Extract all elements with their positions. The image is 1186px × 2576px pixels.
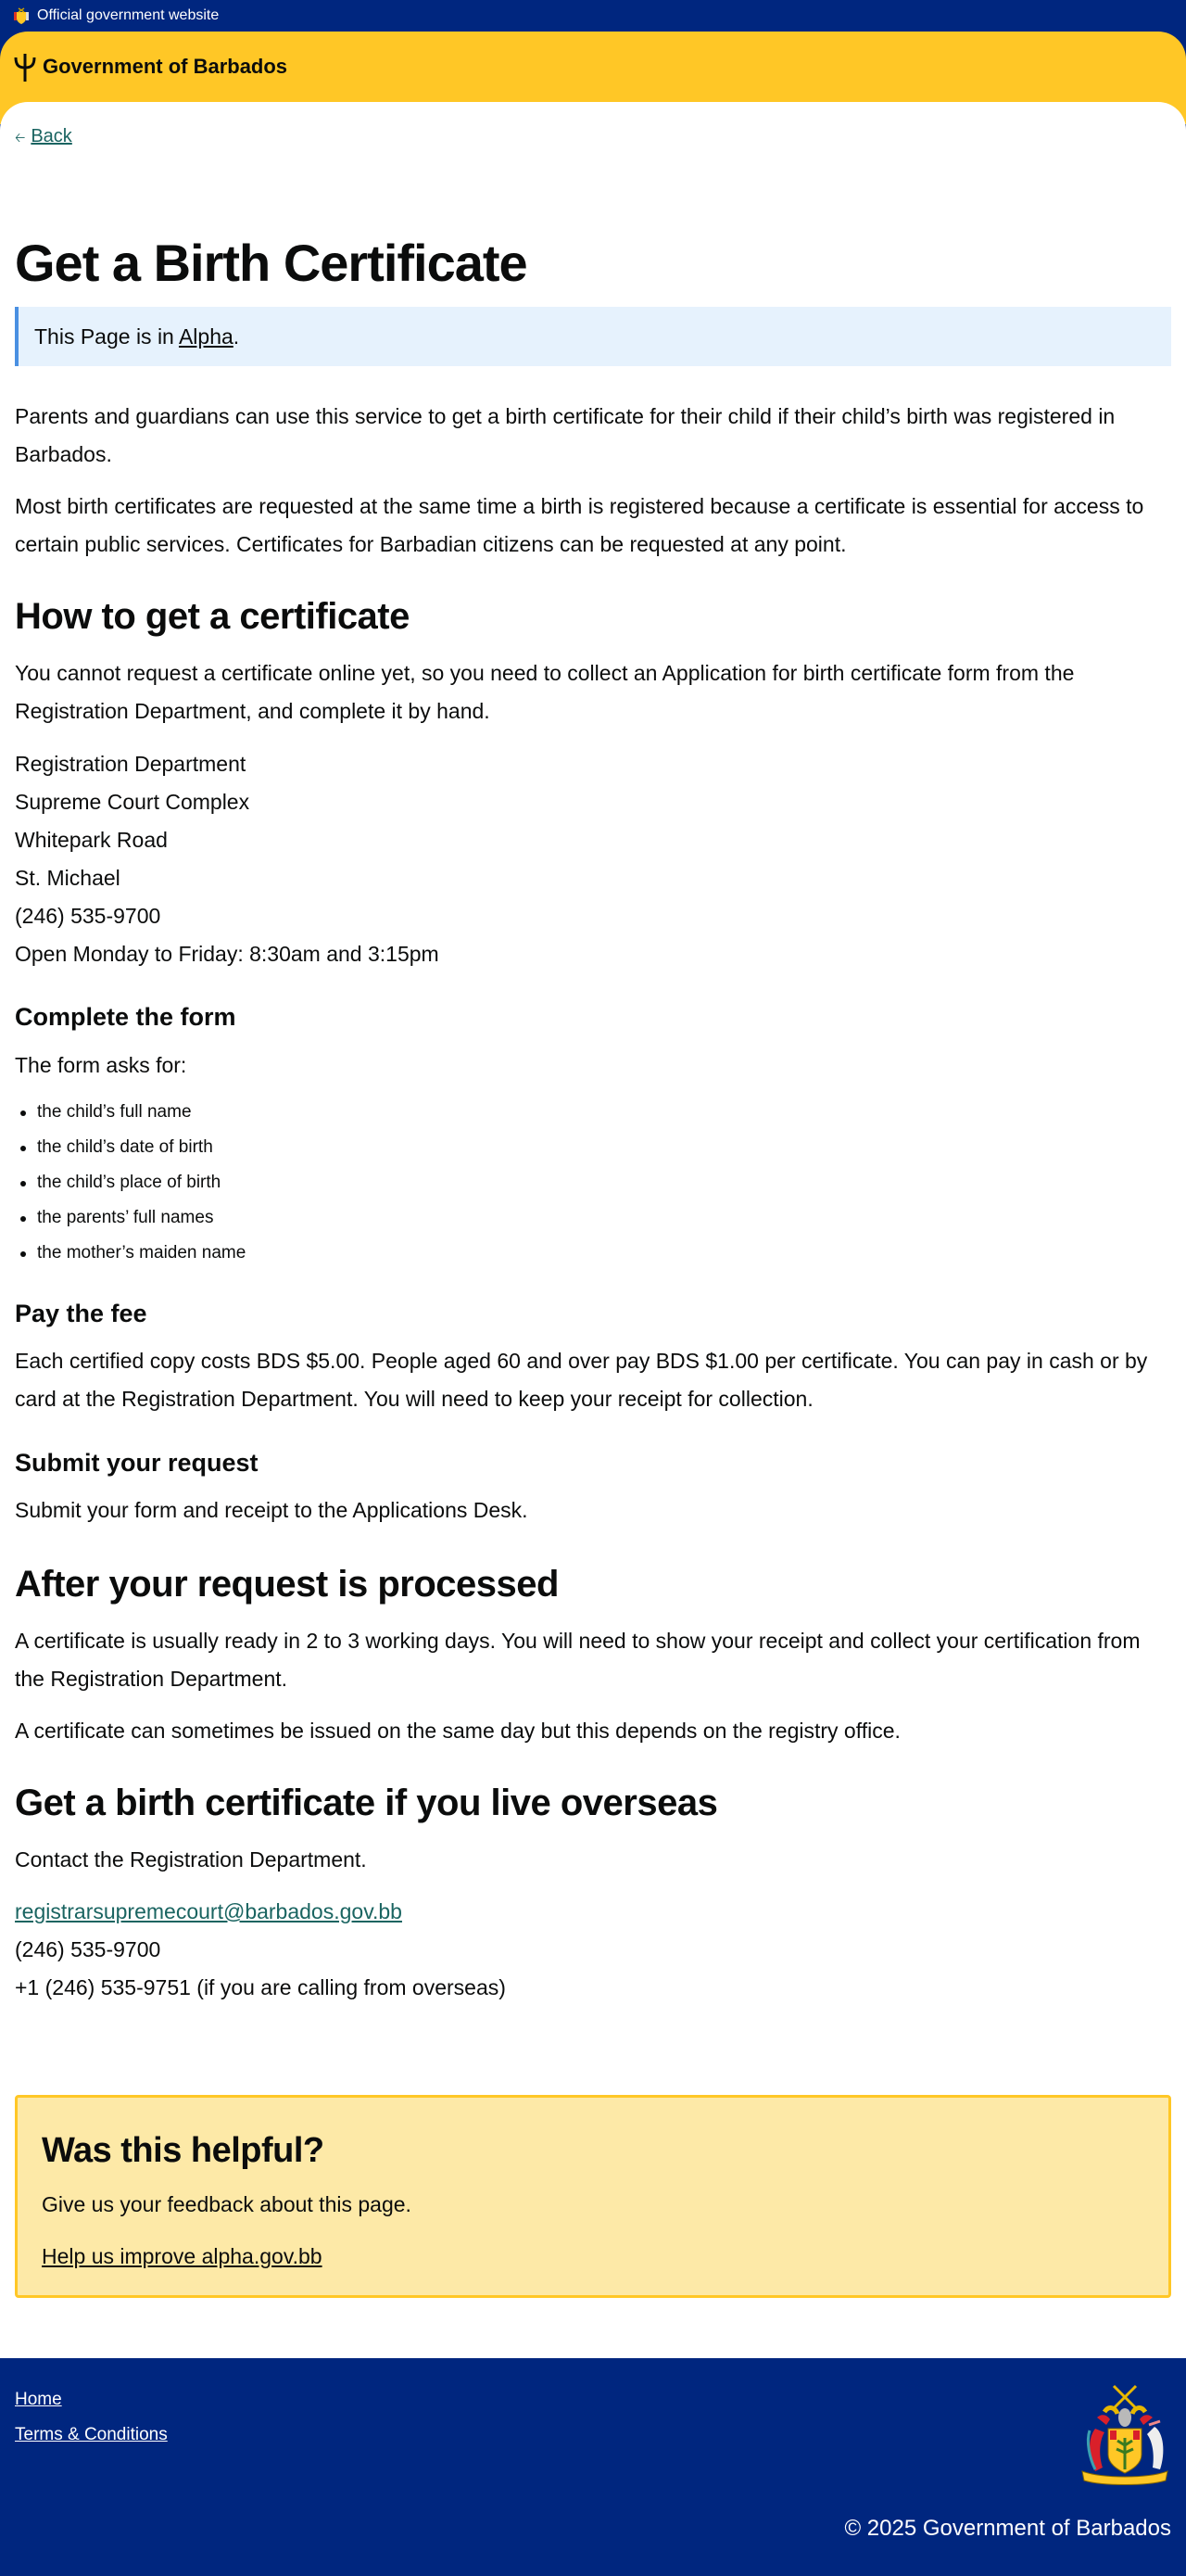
list-item: the parents’ full names bbox=[15, 1200, 1171, 1236]
back-link[interactable]: 🡠 Back bbox=[15, 123, 72, 150]
address-line: St. Michael bbox=[15, 866, 120, 890]
address-line: Registration Department bbox=[15, 752, 246, 776]
copyright: © 2025 Government of Barbados bbox=[844, 2516, 1171, 2541]
official-website-text: Official government website bbox=[37, 7, 220, 23]
section-heading-how: How to get a certificate bbox=[15, 596, 410, 637]
list-item: the mother’s maiden name bbox=[15, 1236, 1171, 1271]
address-block: Registration Department Supreme Court Co… bbox=[15, 745, 1171, 973]
section-heading-submit: Submit your request bbox=[15, 1449, 259, 1477]
feedback-link[interactable]: Help us improve alpha.gov.bb bbox=[42, 2238, 322, 2276]
opening-hours: Open Monday to Friday: 8:30am and 3:15pm bbox=[15, 942, 439, 966]
arrow-left-icon: 🡠 bbox=[15, 130, 26, 145]
how-paragraph: You cannot request a certificate online … bbox=[15, 661, 1075, 723]
form-requirements-list: the child’s full name the child’s date o… bbox=[15, 1095, 1171, 1271]
coat-of-arms-icon bbox=[14, 7, 29, 24]
site-title[interactable]: Government of Barbados bbox=[43, 55, 287, 79]
phase-banner: This Page is in Alpha. bbox=[15, 307, 1171, 366]
footer-link-home[interactable]: Home bbox=[15, 2387, 62, 2413]
intro-paragraph: Most birth certificates are requested at… bbox=[15, 494, 1144, 556]
section-heading-overseas: Get a birth certificate if you live over… bbox=[15, 1783, 718, 1823]
feedback-text: Give us your feedback about this page. bbox=[42, 2192, 411, 2216]
list-item: the child’s place of birth bbox=[15, 1165, 1171, 1200]
intro-paragraph: Parents and guardians can use this servi… bbox=[15, 404, 1116, 466]
address-line: Whitepark Road bbox=[15, 828, 168, 852]
feedback-box: Was this helpful? Give us your feedback … bbox=[15, 2095, 1171, 2298]
complete-paragraph: The form asks for: bbox=[15, 1053, 187, 1077]
alpha-link[interactable]: Alpha bbox=[179, 324, 233, 349]
submit-paragraph: Submit your form and receipt to the Appl… bbox=[15, 1498, 528, 1522]
overseas-contact: registrarsupremecourt@barbados.gov.bb (2… bbox=[15, 1893, 1171, 2007]
section-heading-fee: Pay the fee bbox=[15, 1300, 147, 1327]
after-paragraph: A certificate is usually ready in 2 to 3… bbox=[15, 1629, 1141, 1691]
phone-number: (246) 535-9700 bbox=[15, 1937, 161, 1961]
section-heading-after: After your request is processed bbox=[15, 1564, 559, 1605]
address-phone: (246) 535-9700 bbox=[15, 904, 161, 928]
section-heading-complete: Complete the form bbox=[15, 1003, 236, 1031]
trident-icon bbox=[14, 54, 36, 82]
list-item: the child’s full name bbox=[15, 1095, 1171, 1130]
page-title: Get a Birth Certificate bbox=[15, 234, 528, 292]
email-link[interactable]: registrarsupremecourt@barbados.gov.bb bbox=[15, 1899, 402, 1923]
overseas-phone-number: +1 (246) 535-9751 (if you are calling fr… bbox=[15, 1975, 506, 1999]
coat-of-arms-icon bbox=[1081, 2384, 1168, 2485]
overseas-paragraph: Contact the Registration Department. bbox=[15, 1847, 367, 1872]
after-paragraph: A certificate can sometimes be issued on… bbox=[15, 1719, 901, 1743]
list-item: the child’s date of birth bbox=[15, 1130, 1171, 1165]
address-line: Supreme Court Complex bbox=[15, 790, 250, 814]
feedback-heading: Was this helpful? bbox=[42, 2131, 324, 2170]
footer-link-terms[interactable]: Terms & Conditions bbox=[15, 2422, 168, 2448]
fee-paragraph: Each certified copy costs BDS $5.00. Peo… bbox=[15, 1349, 1148, 1411]
